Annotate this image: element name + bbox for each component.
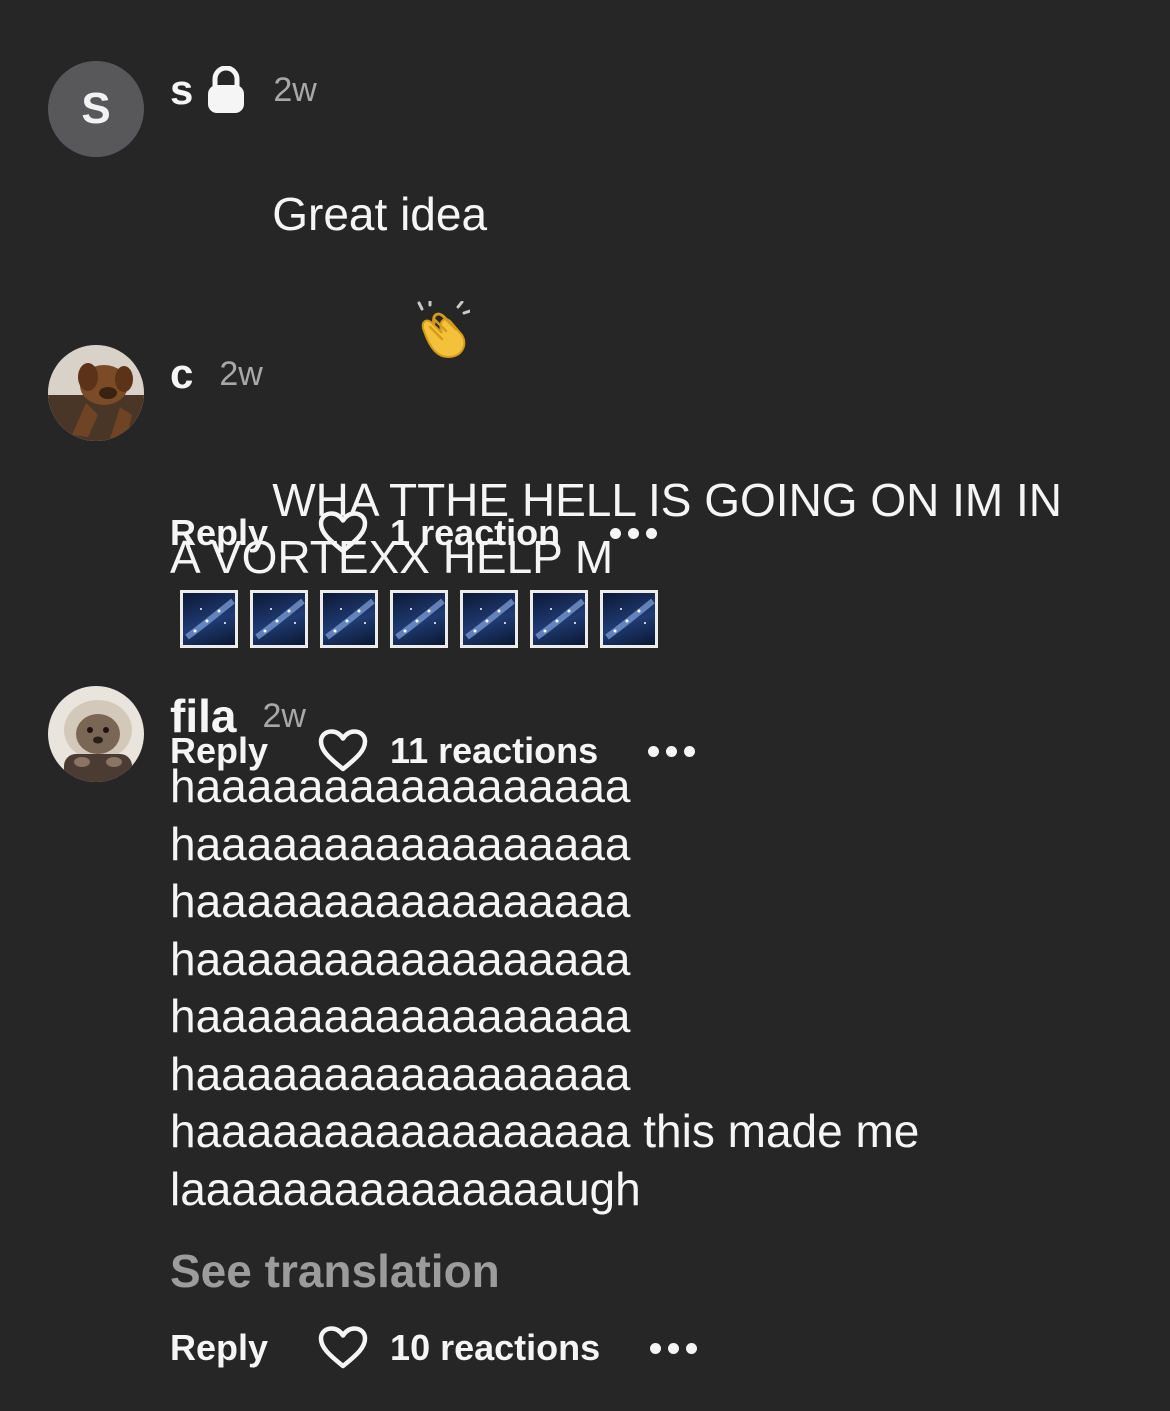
milky-way-emoji-group — [180, 589, 658, 648]
lock-icon — [207, 66, 245, 114]
comment-text: Great idea — [272, 187, 488, 240]
username[interactable]: s — [170, 66, 193, 114]
comments-list: S s 2w Great idea Reply 1 reaction c 2w … — [0, 0, 1170, 1411]
avatar-letter: S — [81, 84, 111, 133]
comment-text: WHA TTHE HELL IS GOING ON IM IN A VORTEX… — [170, 473, 1073, 584]
milky-way-icon — [600, 589, 658, 648]
avatar[interactable] — [48, 686, 144, 782]
timestamp: 2w — [262, 696, 306, 735]
milky-way-icon — [390, 589, 448, 648]
more-options-icon[interactable] — [650, 1342, 698, 1354]
avatar[interactable]: S — [48, 61, 144, 157]
username[interactable]: c — [170, 350, 193, 398]
comment-text: haaaaaaaaaaaaaaaaa haaaaaaaaaaaaaaaaa ha… — [170, 760, 920, 1215]
reactions-count[interactable]: 10 reactions — [390, 1327, 600, 1369]
milky-way-icon — [180, 589, 238, 648]
heart-icon[interactable] — [318, 1326, 368, 1370]
timestamp: 2w — [219, 354, 263, 393]
comment-body: WHA TTHE HELL IS GOING ON IM IN A VORTEX… — [170, 414, 1090, 705]
username[interactable]: fila — [170, 689, 236, 743]
avatar[interactable] — [48, 345, 144, 441]
timestamp: 2w — [273, 70, 317, 109]
milky-way-icon — [460, 589, 518, 648]
milky-way-icon — [250, 589, 308, 648]
milky-way-icon — [530, 589, 588, 648]
milky-way-icon — [320, 589, 378, 648]
see-translation-link[interactable]: See translation — [170, 1244, 1130, 1298]
reply-button[interactable]: Reply — [170, 1327, 268, 1369]
